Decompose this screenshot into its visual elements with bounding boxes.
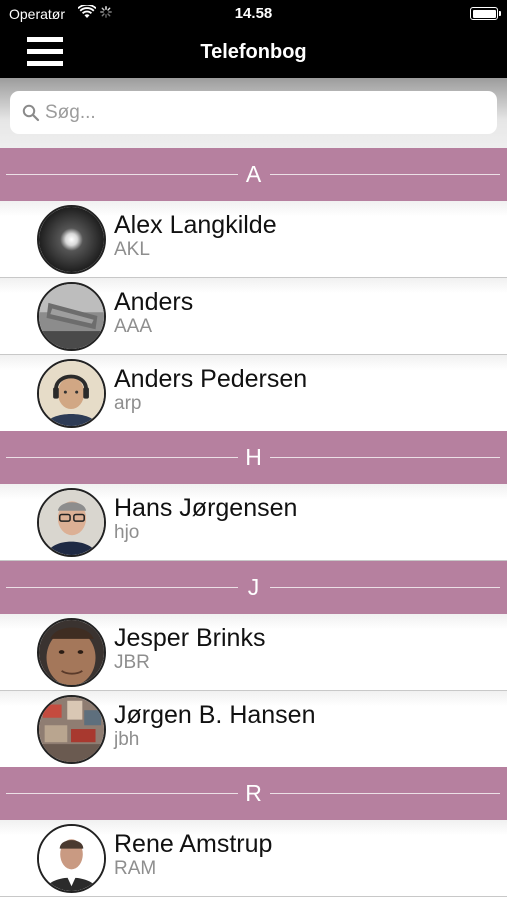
avatar <box>37 824 106 893</box>
contact-initials: AAA <box>114 316 153 337</box>
contact-initials: JBR <box>114 652 150 673</box>
section-letter: H <box>245 444 262 470</box>
contact-row-hans-jorgensen[interactable]: Hans Jørgensen hjo <box>0 484 507 561</box>
section-letter: J <box>247 574 260 600</box>
search-bar: Søg... <box>0 78 507 148</box>
avatar <box>37 205 106 274</box>
avatar <box>37 488 106 557</box>
contact-row-alex-langkilde[interactable]: Alex Langkilde AKL <box>0 201 507 278</box>
section-letter: R <box>245 780 262 806</box>
contact-name: Rene Amstrup <box>114 830 273 858</box>
clock: 14.58 <box>234 5 273 22</box>
nav-bar: Telefonbog <box>0 28 507 78</box>
contact-initials: hjo <box>114 522 140 543</box>
search-icon <box>22 104 40 122</box>
avatar <box>37 359 106 428</box>
search-input[interactable]: Søg... <box>10 91 497 134</box>
page-title: Telefonbog <box>200 41 307 63</box>
search-placeholder: Søg... <box>45 102 96 123</box>
avatar <box>37 282 106 351</box>
section-header-j: J <box>0 561 507 614</box>
status-bar: Operatør 14.58 <box>0 0 507 28</box>
battery-icon <box>470 7 501 20</box>
contact-row-jorgen-b-hansen[interactable]: Jørgen B. Hansen jbh <box>0 691 507 768</box>
section-header-r: R <box>0 767 507 820</box>
contact-row-anders[interactable]: Anders AAA <box>0 278 507 355</box>
contact-initials: AKL <box>114 239 150 260</box>
contact-initials: arp <box>114 393 142 414</box>
section-header-h: H <box>0 431 507 484</box>
contact-name: Alex Langkilde <box>114 211 277 239</box>
contact-initials: jbh <box>114 729 140 750</box>
contact-name: Anders Pedersen <box>114 365 308 393</box>
contact-row-anders-pedersen[interactable]: Anders Pedersen arp <box>0 355 507 432</box>
contact-name: Anders <box>114 288 194 316</box>
contact-name: Hans Jørgensen <box>114 494 298 522</box>
contact-row-jesper-brinks[interactable]: Jesper Brinks JBR <box>0 614 507 691</box>
avatar <box>37 695 106 764</box>
contact-row-rene-amstrup[interactable]: Rene Amstrup RAM <box>0 820 507 897</box>
section-header-a: A <box>0 148 507 201</box>
contact-initials: RAM <box>114 858 157 879</box>
avatar <box>37 618 106 687</box>
contact-name: Jesper Brinks <box>114 624 266 652</box>
section-letter: A <box>245 161 262 187</box>
contact-name: Jørgen B. Hansen <box>114 701 316 729</box>
